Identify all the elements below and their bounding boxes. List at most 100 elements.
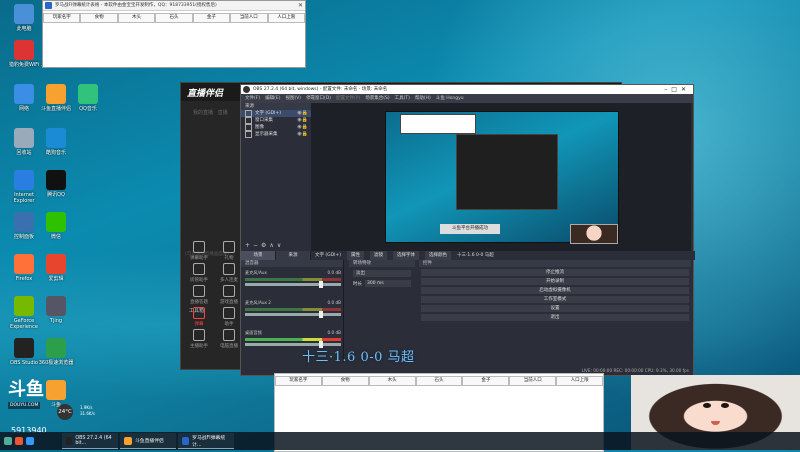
sources-panel: 来源 文字 (GDI+) ◉🔒 窗口采集 ◉🔒 图像 ◉🔒 显示器采集 ◉🔒 +−⚙∧∨ [241, 103, 312, 251]
control-button[interactable]: 工作室模式 [421, 296, 689, 303]
tab-sources[interactable]: 来源 [276, 251, 311, 260]
tool-button[interactable]: 主播助手 [185, 329, 213, 349]
source-item[interactable]: 图像 ◉🔒 [241, 124, 311, 131]
tool-button[interactable]: 弹幕助手 [185, 241, 213, 261]
eye-icon[interactable]: ◉🔒 [297, 117, 308, 124]
tool-label: 主播助手 [190, 344, 208, 349]
menu-item[interactable]: 文件(F) [245, 94, 260, 103]
spreadsheet-bottom-header: 玩家名字 食物 木头 石头 金子 当前人口 人口上限 [275, 376, 604, 386]
column-header[interactable]: 人口上限 [267, 13, 305, 23]
desktop-icon[interactable]: QQ音乐 [68, 84, 108, 112]
source-item[interactable]: 窗口采集 ◉🔒 [241, 117, 311, 124]
volume-slider[interactable] [245, 281, 341, 288]
transitions-header: 转场特效 [349, 260, 415, 267]
menu-item[interactable]: 帮助(H) [415, 94, 431, 103]
control-button[interactable]: 停止推流 [421, 269, 689, 276]
tool-icon [193, 329, 205, 341]
obs-preview: 斗鱼平台开播成功 [311, 103, 691, 251]
menu-item[interactable]: 斗鱼 Hongyu [436, 94, 464, 103]
spreadsheet-titlebar[interactable]: 罗马战FI弹幕统计表格 - 本软件由金宝宝开发制作，QQ：918733951(授… [43, 1, 305, 11]
volume-meter [245, 338, 341, 341]
menu-item[interactable]: 编辑(E) [265, 94, 280, 103]
menu-item[interactable]: 配置文件(P) [336, 94, 360, 103]
transition-select[interactable]: 淡出 [353, 270, 411, 277]
tool-icon [193, 307, 205, 319]
tool-button[interactable]: 房管助手 [185, 263, 213, 283]
column-header[interactable]: 食物 [321, 376, 369, 386]
eye-icon[interactable]: ◉🔒 [297, 131, 308, 138]
column-header[interactable]: 玩家名字 [275, 376, 322, 386]
menu-item[interactable]: 场景集合(S) [365, 94, 389, 103]
app-icon [14, 4, 34, 24]
properties-button[interactable]: 属性 [347, 251, 364, 260]
duration-input[interactable]: 300 ms [365, 280, 411, 287]
column-header[interactable]: 石头 [155, 13, 193, 23]
douyu-logo: 斗鱼 DOUYU.COM [8, 380, 58, 410]
taskbar-items: OBS 27.2.4 (64 bit... 斗鱼直播伴侣 罗马战FI弹幕统计... [60, 433, 234, 449]
browser-icon[interactable] [15, 437, 23, 445]
desktop-icon[interactable]: 微信 [36, 212, 76, 240]
select-font-button[interactable]: 选择字体 [393, 251, 419, 260]
column-header[interactable]: 当前人口 [509, 376, 557, 386]
column-header[interactable]: 当前人口 [230, 13, 268, 23]
column-header[interactable]: 石头 [415, 376, 463, 386]
select-color-button[interactable]: 选择颜色 [425, 251, 451, 260]
tool-button[interactable]: 直播答题 [185, 285, 213, 305]
column-header[interactable]: 木头 [368, 376, 416, 386]
tab-scenes[interactable]: 场景 [241, 251, 276, 260]
mixer-channel: 麦克风/Aux 2 0.0 dB [245, 300, 341, 318]
filters-button[interactable]: 滤镜 [370, 251, 387, 260]
eye-icon[interactable]: ◉🔒 [297, 124, 308, 131]
text-content[interactable]: 十三·1.6 0-0 马超 [457, 251, 494, 260]
control-button[interactable]: 退出 [421, 314, 689, 321]
source-item[interactable]: 文字 (GDI+) ◉🔒 [241, 110, 311, 117]
tool-button[interactable]: 游戏直播 [215, 285, 243, 305]
tool-button[interactable]: 助手 [215, 307, 243, 327]
source-toolbar[interactable]: +−⚙∧∨ [245, 242, 284, 249]
tool-button[interactable]: 电脑直播 [215, 329, 243, 349]
tool-label: 弹幕 [194, 322, 204, 327]
taskbar-window[interactable]: 罗马战FI弹幕统计... [178, 433, 234, 449]
tab-live[interactable]: 直播 [218, 110, 228, 116]
desktop-icon[interactable]: 爱剪辑 [36, 254, 76, 282]
eye-icon[interactable]: ◉🔒 [297, 110, 308, 117]
desktop-icon[interactable]: 腾讯QQ [36, 170, 76, 198]
column-header[interactable]: 金子 [462, 376, 510, 386]
tool-label: 电脑直播 [220, 344, 238, 349]
channel-db: 0.0 dB [327, 270, 341, 275]
tool-button[interactable]: 弹幕 [185, 307, 213, 327]
tab-my-live[interactable]: 我的直播 [193, 110, 213, 116]
control-button[interactable]: 开始录制 [421, 278, 689, 285]
close-icon[interactable]: ✕ [298, 1, 303, 10]
control-button[interactable]: 启动虚拟摄像机 [421, 287, 689, 294]
start-icon[interactable] [4, 437, 12, 445]
column-header[interactable]: 玩家名字 [43, 13, 81, 23]
source-item[interactable]: 显示器采集 ◉🔒 [241, 131, 311, 138]
tool-button[interactable]: 礼物 [215, 241, 243, 261]
window-controls[interactable]: –□✕ [664, 85, 690, 94]
taskbar-window[interactable]: 斗鱼直播伴侣 [120, 433, 176, 449]
menu-item[interactable]: 停靠窗口(D) [306, 94, 331, 103]
menu-item[interactable]: 工具(T) [395, 94, 410, 103]
obs-window[interactable]: OBS 27.2.4 (64 bit, windows) - 配置文件: 未命名… [240, 84, 695, 376]
slider-handle[interactable] [319, 281, 323, 288]
desktop-icon[interactable]: 酷狗音乐 [36, 128, 76, 156]
tool-icon [193, 241, 205, 253]
desktop-icon[interactable]: 360极速浏览器 [36, 338, 76, 366]
app-icon[interactable] [26, 437, 34, 445]
taskbar-window[interactable]: OBS 27.2.4 (64 bit... [62, 433, 118, 449]
volume-slider[interactable] [245, 311, 341, 318]
tool-button[interactable]: 多人连麦 [215, 263, 243, 283]
app-icon [46, 128, 66, 148]
desktop-icon[interactable]: Tjing [36, 296, 76, 324]
obs-titlebar[interactable]: OBS 27.2.4 (64 bit, windows) - 配置文件: 未命名… [241, 85, 693, 94]
column-header[interactable]: 人口上限 [556, 376, 604, 386]
menu-item[interactable]: 视图(V) [285, 94, 301, 103]
column-header[interactable]: 食物 [80, 13, 118, 23]
column-header[interactable]: 金子 [192, 13, 231, 23]
column-header[interactable]: 木头 [117, 13, 156, 23]
channel-name: 麦克风/Aux 2 [245, 300, 271, 305]
control-button[interactable]: 设置 [421, 305, 689, 312]
spreadsheet-window-top[interactable]: 罗马战FI弹幕统计表格 - 本软件由金宝宝开发制作，QQ：918733951(授… [42, 0, 306, 68]
slider-handle[interactable] [319, 311, 323, 318]
